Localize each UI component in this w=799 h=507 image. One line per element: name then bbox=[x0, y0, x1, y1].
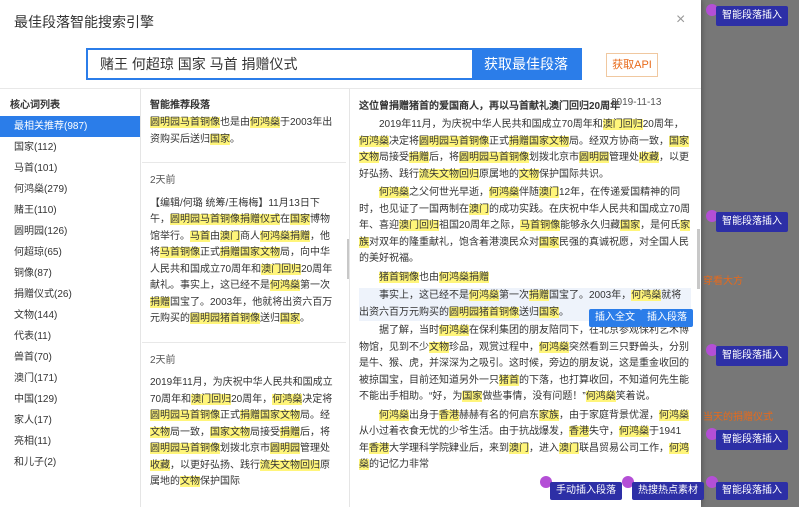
keyword-item[interactable]: 家人(17) bbox=[0, 410, 140, 431]
article-body: 2019年11月，为庆祝中华人民共和国成立70周年和澳门回归20周年，何鸿燊决定… bbox=[359, 117, 691, 476]
insert-paragraph-button[interactable]: 插入段落 bbox=[641, 309, 693, 327]
smart-insert-button[interactable]: 智能段落插入 bbox=[716, 346, 788, 366]
keyword-item[interactable]: 国家(112) bbox=[0, 137, 140, 158]
smart-insert-button[interactable]: 智能段落插入 bbox=[716, 212, 788, 232]
divider bbox=[142, 341, 346, 343]
recommend-card[interactable]: 圆明园马首铜像也是由何鸿燊于2003年出资购买后送归国家。 bbox=[150, 115, 338, 148]
search-bar: 获取最佳段落 bbox=[86, 48, 582, 80]
divider bbox=[142, 162, 346, 163]
close-icon[interactable]: × bbox=[676, 12, 685, 28]
article-paragraph[interactable]: 据了解，当时何鸿燊在保利集团的朋友陪同下，在北京参观保利艺术博物馆，见到不少文物… bbox=[359, 323, 691, 406]
keyword-item[interactable]: 中国(129) bbox=[0, 389, 140, 410]
hot-topics-button[interactable]: 热搜热点素材 bbox=[632, 482, 704, 500]
search-modal: 最佳段落智能搜索引擎 × 获取最佳段落 获取API 核心词列表 最相关推荐(98… bbox=[0, 0, 701, 507]
keyword-item[interactable]: 捐赠仪式(26) bbox=[0, 284, 140, 305]
article-paragraph[interactable]: 2019年11月，为庆祝中华人民共和国成立70周年和澳门回归20周年，何鸿燊决定… bbox=[359, 117, 691, 183]
recommend-list: 圆明园马首铜像也是由何鸿燊于2003年出资购买后送归国家。 2天前 【编辑/何璐… bbox=[142, 115, 346, 505]
scrollbar[interactable] bbox=[697, 229, 700, 289]
insert-full-text-button[interactable]: 插入全文 bbox=[589, 309, 641, 327]
modal-title: 最佳段落智能搜索引擎 bbox=[14, 14, 154, 30]
side-tag-text: 当天的捐赠仪式 bbox=[703, 412, 773, 423]
article-paragraph[interactable]: 何鸿燊出身于香港赫赫有名的何启东家族，由于家庭背景优渥，何鸿燊从小过着衣食无忧的… bbox=[359, 408, 691, 474]
keyword-item[interactable]: 最相关推荐(987) bbox=[0, 116, 140, 137]
recommend-card[interactable]: 2天前 【编辑/何璐 统筹/王梅梅】11月13日下午，圆明园马首铜像捐赠仪式在国… bbox=[150, 173, 338, 328]
scrollbar[interactable] bbox=[347, 239, 349, 279]
keyword-list: 最相关推荐(987) 国家(112) 马首(101) 何鸿燊(279) 赌王(1… bbox=[0, 116, 140, 473]
card-text: 圆明园马首铜像也是由何鸿燊于2003年出资购买后送归国家。 bbox=[150, 117, 333, 145]
card-time: 2天前 bbox=[150, 175, 176, 186]
article-paragraph[interactable]: 何鸿燊之父何世光早逝，何鸿燊伴随澳门12年，在传递爱国精神的同时，也见证了一国两… bbox=[359, 185, 691, 268]
keyword-item[interactable]: 文物(144) bbox=[0, 305, 140, 326]
keyword-panel: 核心词列表 最相关推荐(987) 国家(112) 马首(101) 何鸿燊(279… bbox=[0, 89, 141, 507]
card-time: 2天前 bbox=[150, 354, 176, 366]
search-button[interactable]: 获取最佳段落 bbox=[472, 50, 580, 78]
card-text: 2019年11月，为庆祝中华人民共和国成立70周年和澳门回归20周年，何鸿燊决定… bbox=[150, 377, 333, 487]
smart-insert-button[interactable]: 智能段落插入 bbox=[716, 430, 788, 450]
keyword-item[interactable]: 和儿子(2) bbox=[0, 452, 140, 473]
recommend-panel: 智能推荐段落 圆明园马首铜像也是由何鸿燊于2003年出资购买后送归国家。 2天前… bbox=[142, 89, 350, 507]
keyword-item[interactable]: 圆明园(126) bbox=[0, 221, 140, 242]
card-text: 【编辑/何璐 统筹/王梅梅】11月13日下午，圆明园马首铜像捐赠仪式在国家博物馆… bbox=[150, 197, 333, 324]
keyword-item[interactable]: 铜像(87) bbox=[0, 263, 140, 284]
keyword-item[interactable]: 马首(101) bbox=[0, 158, 140, 179]
recommend-card[interactable]: 2天前 2019年11月，为庆祝中华人民共和国成立70周年和澳门回归20周年，何… bbox=[150, 353, 338, 491]
keyword-panel-header: 核心词列表 bbox=[10, 100, 60, 111]
recommend-panel-header: 智能推荐段落 bbox=[150, 100, 210, 111]
article-title: 这位曾捐赠猪首的爱国商人，再以马首献礼澳门回归20周年 bbox=[359, 101, 621, 112]
get-api-button[interactable]: 获取API bbox=[606, 53, 658, 77]
smart-insert-button[interactable]: 智能段落插入 bbox=[716, 482, 788, 500]
keyword-item[interactable]: 何超琼(65) bbox=[0, 242, 140, 263]
keyword-item[interactable]: 赌王(110) bbox=[0, 200, 140, 221]
search-input[interactable] bbox=[88, 50, 472, 78]
keyword-item[interactable]: 澳门(171) bbox=[0, 368, 140, 389]
keyword-item[interactable]: 兽首(70) bbox=[0, 347, 140, 368]
smart-insert-button[interactable]: 智能段落插入 bbox=[716, 6, 788, 26]
article-date: 2019-11-13 bbox=[611, 97, 662, 108]
keyword-item[interactable]: 亮相(11) bbox=[0, 431, 140, 452]
manual-insert-button[interactable]: 手动插入段落 bbox=[550, 482, 622, 500]
keyword-item[interactable]: 代表(11) bbox=[0, 326, 140, 347]
keyword-item[interactable]: 何鸿燊(279) bbox=[0, 179, 140, 200]
side-tag-text: 穿看大方 bbox=[703, 276, 743, 287]
article-paragraph[interactable]: 猪首铜像也由何鸿燊捐赠 bbox=[359, 270, 691, 287]
article-panel: 这位曾捐赠猪首的爱国商人，再以马首献礼澳门回归20周年 2019-11-13 2… bbox=[351, 89, 701, 507]
